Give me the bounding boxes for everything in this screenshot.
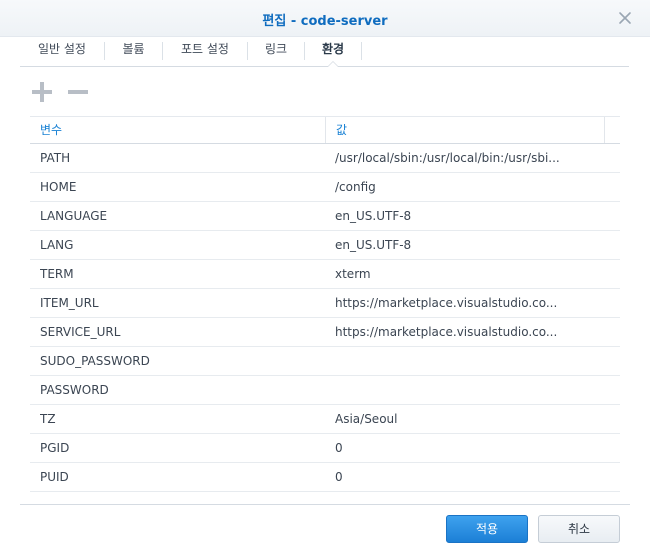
tab-label: 환경	[321, 42, 345, 56]
table-row[interactable]: PASSWORD	[30, 376, 620, 405]
table-row[interactable]: TZ Asia/Seoul	[30, 405, 620, 434]
column-header-value[interactable]: 값	[326, 117, 604, 143]
tab-label: 포트 설정	[181, 42, 229, 56]
tab-volume[interactable]: 볼륨	[105, 36, 162, 66]
variable-value-cell	[335, 347, 575, 375]
cancel-button[interactable]: 취소	[538, 515, 620, 543]
env-variable-table: 변수 값 PATH/usr/local/sbin:/usr/local/bin:…	[30, 116, 620, 492]
table-row[interactable]: SERVICE_URL https://marketplace.visualstu…	[30, 318, 620, 347]
tab-links[interactable]: 링크	[248, 36, 304, 66]
active-tab-indicator	[327, 61, 339, 67]
variable-name-cell: PASSWORD	[40, 383, 109, 397]
column-header-variable[interactable]: 변수	[30, 117, 325, 143]
variable-value-cell	[335, 376, 575, 404]
tab-label: 링크	[264, 42, 288, 56]
variable-name-cell: LANG	[40, 238, 74, 252]
tab-label: 볼륨	[122, 42, 145, 56]
variable-name-cell: TERM	[40, 267, 74, 281]
dialog-title: 편집 - code-server	[262, 14, 388, 29]
table-body: PATH/usr/local/sbin:/usr/local/bin:/usr/…	[30, 144, 620, 492]
variable-value-cell: en_US.UTF-8	[335, 209, 412, 223]
variable-value-cell: Asia/Seoul	[335, 412, 398, 426]
variable-name-cell: PGID	[40, 441, 70, 455]
tab-port-settings[interactable]: 포트 설정	[163, 36, 247, 66]
edit-dialog: 편집 - code-server 일반 설정 볼륨 포트 설정 링크 환경 변수…	[0, 0, 650, 550]
table-row[interactable]: HOME/config	[30, 173, 620, 202]
dialog-footer: 적용 취소	[20, 504, 630, 551]
variable-name-cell: SUDO_PASSWORD	[40, 354, 150, 368]
variable-name-cell: HOME	[40, 180, 77, 194]
apply-button[interactable]: 적용	[446, 515, 528, 543]
dialog-titlebar: 편집 - code-server	[0, 0, 650, 37]
tab-bar: 일반 설정 볼륨 포트 설정 링크 환경	[20, 36, 629, 67]
plus-icon[interactable]	[30, 80, 54, 104]
variable-name-cell: PUID	[40, 470, 69, 484]
table-header: 변수 값	[30, 116, 620, 144]
table-row[interactable]: PGID 0	[30, 434, 620, 463]
table-row[interactable]: LANG en_US.UTF-8	[30, 231, 620, 260]
variable-value-cell: 0	[335, 470, 343, 484]
table-row[interactable]: SUDO_PASSWORD	[30, 347, 620, 376]
variable-value-cell: /config	[335, 180, 376, 194]
variable-name-cell: ITEM_URL	[40, 296, 99, 310]
table-row[interactable]: PUID 0	[30, 463, 620, 492]
variable-value-cell: 0	[335, 441, 343, 455]
variable-value-cell: xterm	[335, 267, 371, 281]
variable-value-cell: https://marketplace.visualstudio.co...	[335, 296, 558, 310]
tab-label: 일반 설정	[38, 42, 86, 56]
variable-value-cell: /usr/local/sbin:/usr/local/bin:/usr/sbi.…	[335, 151, 560, 165]
variable-name-cell: PATH	[40, 151, 71, 165]
variable-name-cell: SERVICE_URL	[40, 325, 121, 339]
tab-environment[interactable]: 환경	[305, 36, 361, 67]
table-row[interactable]: LANGUAGE en_US.UTF-8	[30, 202, 620, 231]
tab-divider	[361, 42, 362, 60]
close-icon[interactable]	[618, 11, 632, 25]
table-row[interactable]: PATH/usr/local/sbin:/usr/local/bin:/usr/…	[30, 144, 620, 173]
variable-value-cell: en_US.UTF-8	[335, 238, 412, 252]
variable-value-cell: https://marketplace.visualstudio.co...	[335, 325, 558, 339]
minus-icon[interactable]	[66, 80, 90, 104]
table-row[interactable]: TERM xterm	[30, 260, 620, 289]
table-row[interactable]: ITEM_URL https://marketplace.visualstudio…	[30, 289, 620, 318]
variable-name-cell: TZ	[40, 412, 56, 426]
tab-general-settings[interactable]: 일반 설정	[20, 36, 104, 66]
variable-name-cell: LANGUAGE	[40, 209, 108, 223]
column-divider	[604, 117, 605, 143]
